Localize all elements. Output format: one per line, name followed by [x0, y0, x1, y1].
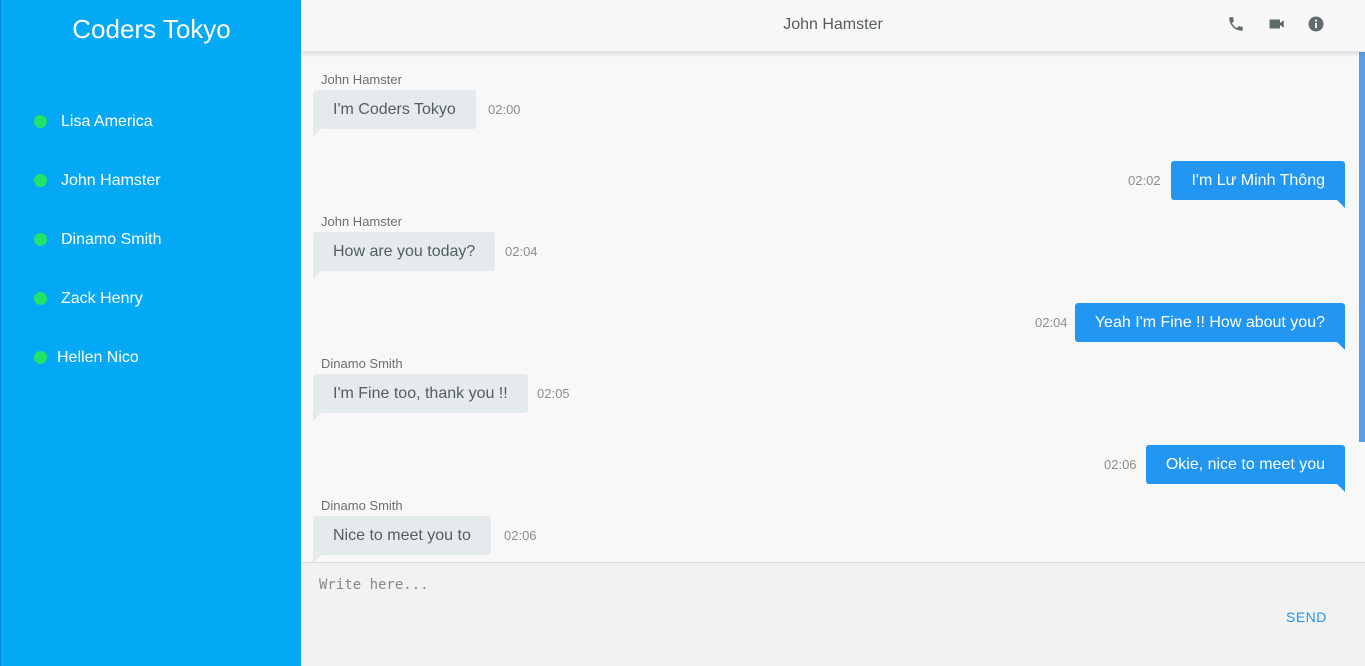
online-status-dot	[34, 292, 47, 305]
message-sender: John Hamster	[321, 214, 402, 229]
online-status-dot	[34, 174, 47, 187]
message-time: 02:02	[1128, 173, 1161, 188]
message-sender: Dinamo Smith	[321, 498, 403, 513]
send-button[interactable]: SEND	[1286, 609, 1327, 625]
message-time: 02:06	[1104, 457, 1137, 472]
contact-zack-henry[interactable]: Zack Henry	[1, 278, 302, 318]
brand-title: Coders Tokyo	[72, 14, 231, 44]
message-time: 02:05	[537, 386, 570, 401]
message-list[interactable]: John Hamster I'm Coders Tokyo 02:00 02:0…	[301, 52, 1365, 562]
message-input[interactable]	[317, 575, 1217, 615]
contact-lisa-america[interactable]: Lisa America	[1, 101, 302, 141]
message-time: 02:04	[505, 244, 538, 259]
online-status-dot	[34, 115, 47, 128]
phone-icon[interactable]	[1227, 15, 1245, 33]
incoming-message: I'm Coders Tokyo	[313, 90, 476, 137]
contact-john-hamster[interactable]: John Hamster	[1, 160, 302, 200]
sidebar: Coders Tokyo Lisa America John Hamster D…	[0, 0, 301, 666]
chat-app: Coders Tokyo Lisa America John Hamster D…	[0, 0, 1365, 666]
message-sender: Dinamo Smith	[321, 356, 403, 371]
contact-name: Lisa America	[61, 113, 153, 130]
info-icon[interactable]	[1307, 15, 1325, 33]
incoming-message: How are you today?	[313, 232, 496, 279]
message-list-scrollbar[interactable]	[1359, 52, 1365, 442]
outgoing-message: Okie, nice to meet you	[1145, 445, 1346, 492]
contact-name: Hellen Nico	[57, 349, 139, 366]
video-camera-icon[interactable]	[1267, 15, 1287, 33]
online-status-dot	[34, 351, 47, 364]
message-composer: SEND	[301, 562, 1365, 666]
online-status-dot	[34, 233, 47, 246]
outgoing-message: Yeah I'm Fine !! How about you?	[1074, 303, 1346, 350]
chat-header: John Hamster	[301, 0, 1365, 52]
contact-dinamo-smith[interactable]: Dinamo Smith	[1, 219, 302, 259]
outgoing-message: I'm Lư Minh Thông	[1171, 161, 1345, 208]
message-time: 02:04	[1035, 315, 1068, 330]
incoming-message: I'm Fine too, thank you !!	[313, 374, 528, 421]
chat-title: John Hamster	[783, 16, 883, 33]
message-time: 02:06	[504, 528, 537, 543]
message-time: 02:00	[488, 102, 521, 117]
contact-name: John Hamster	[61, 172, 161, 189]
contact-hellen-nico[interactable]: Hellen Nico	[1, 337, 302, 377]
incoming-message: Nice to meet you to	[313, 516, 491, 562]
contact-name: Zack Henry	[61, 290, 143, 307]
message-sender: John Hamster	[321, 72, 402, 87]
contact-name: Dinamo Smith	[61, 231, 162, 248]
